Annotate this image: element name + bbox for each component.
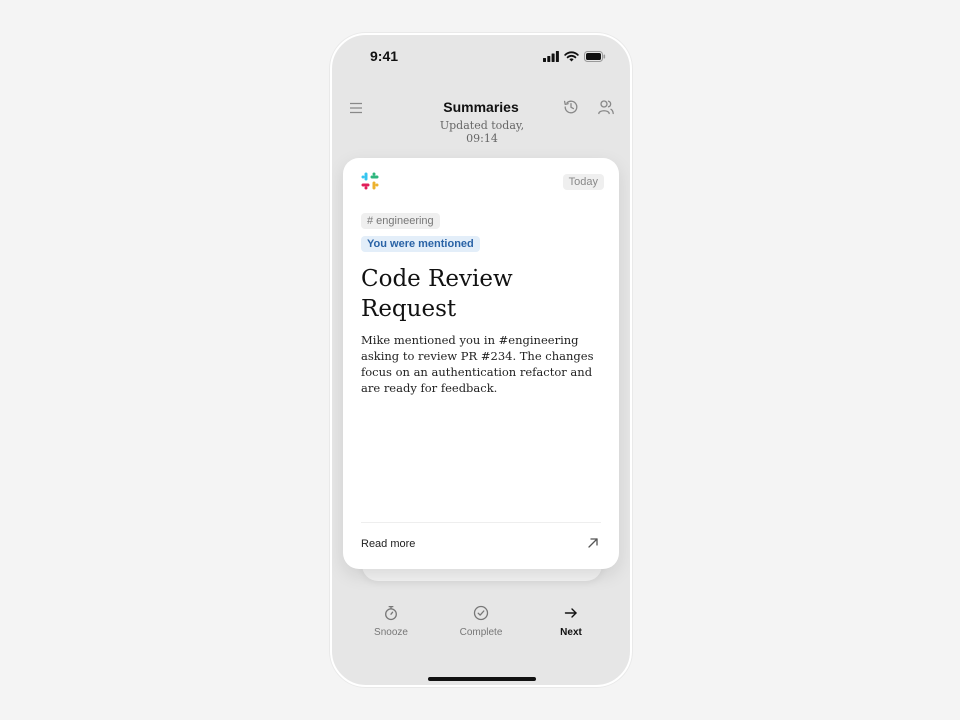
header: Summaries Updated today, 09:14 xyxy=(332,95,630,155)
history-icon[interactable] xyxy=(562,98,580,116)
page-title: Summaries xyxy=(443,99,519,115)
arrow-right-icon xyxy=(564,608,577,618)
bottom-actions: Snooze Complete Next xyxy=(332,605,630,655)
wifi-icon xyxy=(564,51,579,62)
last-updated: Updated today, 09:14 xyxy=(439,119,525,145)
channel-tag: # engineering xyxy=(361,213,440,229)
status-icons xyxy=(543,51,606,62)
battery-icon xyxy=(584,51,606,62)
next-label: Next xyxy=(560,627,582,638)
date-badge: Today xyxy=(562,174,604,190)
snooze-label: Snooze xyxy=(374,627,408,638)
card-summary: Mike mentioned you in #engineering askin… xyxy=(361,333,594,395)
status-time: 9:41 xyxy=(370,48,399,64)
card-divider xyxy=(361,522,601,523)
slack-icon xyxy=(361,172,379,190)
phone-frame: 9:41 Summaries Updated today, 09:14 Toda… xyxy=(330,33,632,687)
snooze-button[interactable]: Snooze xyxy=(351,605,431,638)
read-more-link[interactable]: Read more xyxy=(361,538,415,550)
stopwatch-icon xyxy=(385,605,397,621)
people-icon[interactable] xyxy=(597,98,615,116)
summary-card[interactable]: Today # engineering You were mentioned C… xyxy=(343,158,619,569)
home-indicator[interactable] xyxy=(428,677,536,681)
status-bar: 9:41 xyxy=(332,35,630,79)
signal-icon xyxy=(543,51,559,62)
complete-label: Complete xyxy=(459,627,503,638)
complete-button[interactable]: Complete xyxy=(441,605,521,638)
card-title: Code Review Request xyxy=(361,266,513,322)
next-button[interactable]: Next xyxy=(531,605,611,638)
open-external-icon[interactable] xyxy=(587,537,599,549)
check-circle-icon xyxy=(473,605,489,621)
mention-badge: You were mentioned xyxy=(361,236,480,252)
